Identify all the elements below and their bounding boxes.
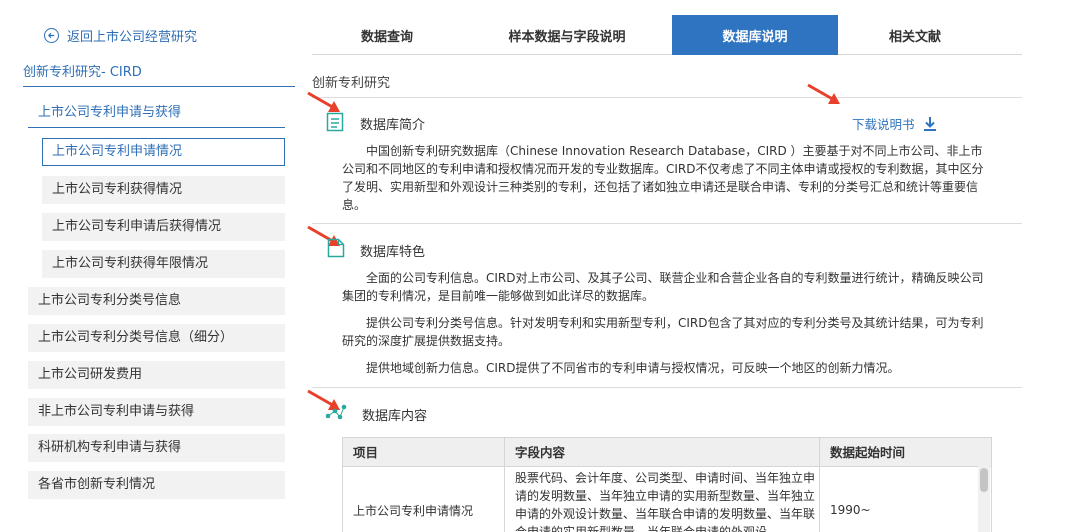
divider [312,387,1022,388]
table-header-fields: 字段内容 [505,438,820,466]
section-label: 创新专利研究 [312,76,391,91]
tab-sample-fields[interactable]: 样本数据与字段说明 [462,15,672,55]
divider [312,97,1022,98]
table-header-item: 项目 [343,438,505,466]
scrollbar-thumb[interactable] [980,468,988,492]
table-cell-item: 上市公司专利申请情况 [343,467,505,532]
table-header-start-time: 数据起始时间 [830,445,906,460]
group-title[interactable]: 上市公司专利申请与获得 [28,100,285,128]
sidebar-item-research-institutes[interactable]: 科研机构专利申请与获得 [28,434,285,462]
sidebar-item-provinces[interactable]: 各省市创新专利情况 [28,471,285,499]
tab-related-literature[interactable]: 相关文献 [838,15,992,55]
feature-paragraph: 提供地域创新力信息。CIRD提供了不同省市的专利申请与授权情况，可反映一个地区的… [366,361,900,375]
feature-paragraph: 全面的公司专利信息。CIRD对上市公司、及其子公司、联营企业和合营企业各自的专利… [342,271,984,303]
tab-database-description[interactable]: 数据库说明 [672,15,838,55]
feature-paragraph: 提供公司专利分类号信息。针对发明专利和实用新型专利，CIRD包含了其对应的专利分… [342,316,984,348]
table-scrollbar[interactable] [978,466,990,532]
table-header: 项目 字段内容 数据起始时间 [343,438,991,467]
sub-item-patent-application[interactable]: 上市公司专利申请情况 [42,138,285,166]
sidebar-item-unlisted[interactable]: 非上市公司专利申请与获得 [28,398,285,426]
back-link-label: 返回上市公司经营研究 [67,29,198,45]
sidebar: 返回上市公司经营研究 创新专利研究- CIRD 上市公司专利申请与获得 上市公司… [0,0,295,532]
intro-title: 数据库简介 [360,118,426,133]
back-link[interactable]: 返回上市公司经营研究 [44,25,197,45]
back-arrow-icon [44,27,59,43]
sidebar-item-rd-expense[interactable]: 上市公司研发费用 [28,361,285,389]
content-table: 项目 字段内容 数据起始时间 上市公司专利申请情况 股票代码、会计年度、公司类型… [342,437,992,532]
intro-text: 中国创新专利研究数据库（Chinese Innovation Research … [342,144,984,212]
table-row: 上市公司专利申请情况 股票代码、会计年度、公司类型、申请时间、当年独立申请的发明… [343,467,991,532]
divider [312,223,1022,224]
sidebar-item-classification-detail[interactable]: 上市公司专利分类号信息（细分） [28,324,285,352]
sidebar-item-classification[interactable]: 上市公司专利分类号信息 [28,287,285,315]
features-title: 数据库特色 [360,245,426,260]
download-manual-button[interactable]: 下载说明书 [852,114,937,133]
category-title[interactable]: 创新专利研究- CIRD [23,63,295,87]
content-title: 数据库内容 [362,409,428,424]
tab-bar: 数据查询 样本数据与字段说明 数据库说明 相关文献 [312,15,1022,55]
tab-data-query[interactable]: 数据查询 [312,15,462,55]
red-arrow-icon [807,83,840,104]
table-cell-fields: 股票代码、会计年度、公司类型、申请时间、当年独立申请的发明数量、当年独立申请的实… [505,467,820,532]
sub-item-grant-years[interactable]: 上市公司专利获得年限情况 [42,250,285,278]
table-cell-start: 1990~ [830,503,871,517]
feature-document-icon [327,238,345,258]
download-icon [923,116,936,131]
download-label: 下载说明书 [852,117,915,132]
document-icon [326,112,344,132]
sub-item-application-then-grant[interactable]: 上市公司专利申请后获得情况 [42,213,285,241]
network-icon [325,404,347,420]
sub-item-patent-grant[interactable]: 上市公司专利获得情况 [42,176,285,204]
